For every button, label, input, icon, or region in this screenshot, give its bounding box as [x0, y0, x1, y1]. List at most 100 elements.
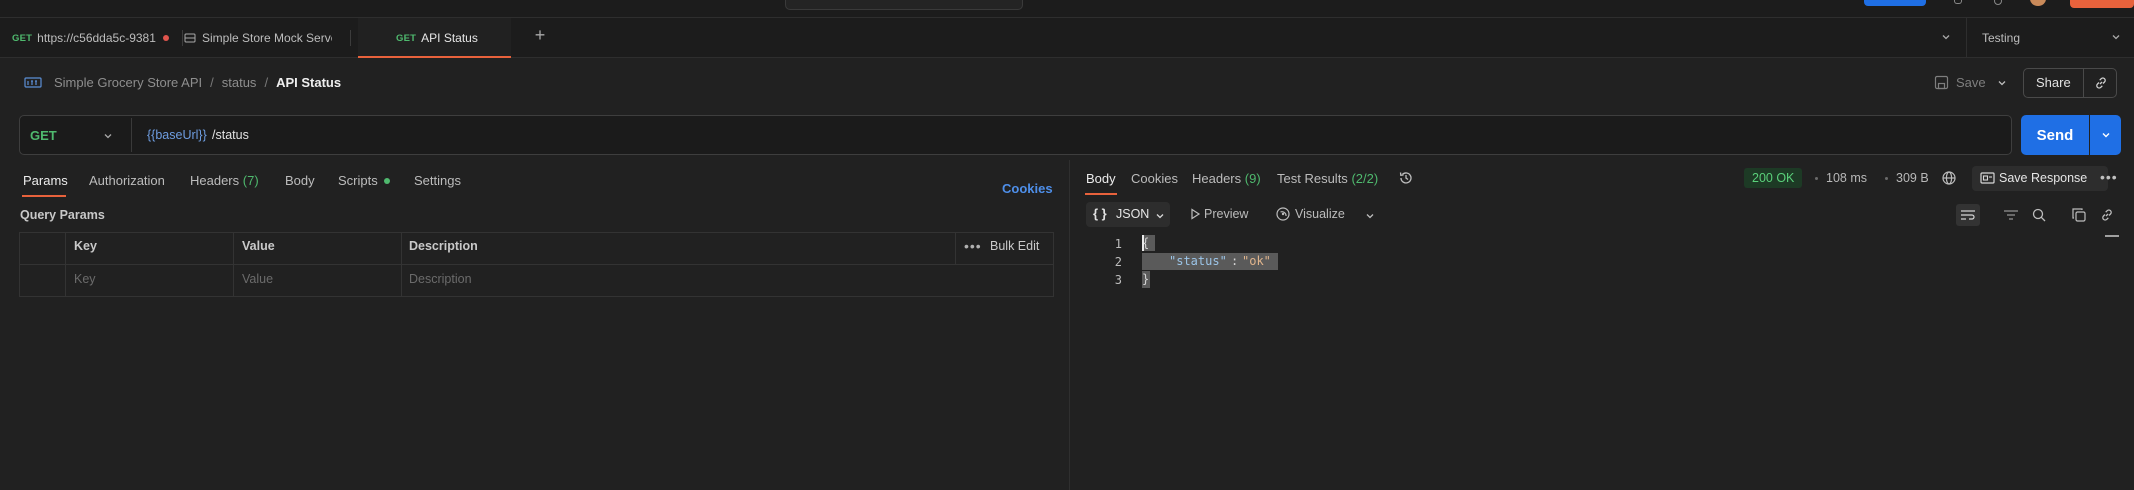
- param-value-input[interactable]: Value: [242, 272, 273, 286]
- line-number: 3: [1114, 273, 1122, 287]
- text-cursor: [1142, 235, 1144, 251]
- env-chevron-down-icon[interactable]: [2110, 31, 2122, 43]
- breadcrumb-request[interactable]: API Status: [276, 75, 341, 90]
- url-input[interactable]: /status: [212, 128, 249, 142]
- url-bar: [19, 115, 2012, 155]
- environment-selector[interactable]: Testing: [1982, 31, 2020, 45]
- copy-link-icon[interactable]: [2093, 75, 2109, 91]
- more-options-icon[interactable]: •••: [964, 238, 982, 254]
- env-divider: [1966, 18, 1967, 58]
- pane-resize-handle[interactable]: [1069, 160, 1070, 490]
- breadcrumb-collection[interactable]: Simple Grocery Store API: [54, 75, 202, 90]
- format-chevron-down-icon: [1154, 210, 1166, 222]
- response-time[interactable]: 108 ms: [1826, 171, 1867, 185]
- tab-method: GET: [12, 32, 33, 44]
- response-tab-test-results[interactable]: Test Results (2/2): [1277, 171, 1378, 186]
- url-variable[interactable]: {{baseUrl}}: [147, 128, 207, 142]
- response-headers-count: (9): [1244, 171, 1261, 186]
- send-options-button[interactable]: [2090, 115, 2121, 155]
- share-button[interactable]: Share: [2036, 75, 2071, 90]
- param-description-input[interactable]: Description: [409, 272, 472, 286]
- method-chevron-down-icon[interactable]: [102, 130, 114, 142]
- settings-icon[interactable]: [1954, 0, 1962, 4]
- share-divider: [2083, 68, 2084, 98]
- visualize-button[interactable]: Visualize: [1295, 207, 1345, 221]
- response-tab-body[interactable]: Body: [1086, 171, 1116, 186]
- history-icon[interactable]: [1398, 170, 1414, 186]
- table-column-divider: [401, 232, 402, 297]
- breadcrumb-folder[interactable]: status: [222, 75, 257, 90]
- json-colon[interactable]: :: [1231, 254, 1238, 268]
- tab-label: API Status: [421, 31, 478, 45]
- response-tab-cookies[interactable]: Cookies: [1131, 171, 1178, 186]
- tab-api-status[interactable]: GET API Status: [358, 18, 511, 58]
- tab-body[interactable]: Body: [285, 173, 315, 188]
- tab-mock-server[interactable]: Simple Store Mock Serve: [184, 18, 332, 58]
- copy-icon[interactable]: [2071, 207, 2087, 223]
- link-icon[interactable]: [2099, 207, 2115, 223]
- tab-params[interactable]: Params: [23, 173, 68, 188]
- send-button[interactable]: Send: [2021, 115, 2089, 155]
- json-braces-icon: { }: [1093, 206, 1107, 221]
- tab-authorization[interactable]: Authorization: [89, 173, 165, 188]
- json-close-brace[interactable]: }: [1142, 272, 1149, 286]
- wrap-lines-icon: [1960, 208, 1976, 222]
- filter-icon[interactable]: [2003, 208, 2019, 222]
- save-button[interactable]: Save: [1956, 75, 1986, 90]
- global-search-input[interactable]: [785, 0, 1023, 10]
- status-badge[interactable]: 200 OK: [1744, 168, 1803, 188]
- play-icon[interactable]: [1189, 208, 1201, 220]
- new-tab-plus-icon[interactable]: +: [532, 26, 548, 44]
- meta-separator: [1815, 177, 1818, 180]
- tab-label: Simple Store Mock Serve: [202, 31, 332, 45]
- top-app-bar: [0, 0, 2134, 18]
- more-options-icon[interactable]: •••: [2100, 169, 2118, 185]
- line-number: 2: [1114, 255, 1122, 269]
- invite-button[interactable]: [1864, 0, 1926, 6]
- scrollbar-marker[interactable]: [2105, 235, 2119, 237]
- method-select[interactable]: GET: [30, 128, 57, 143]
- column-header-description: Description: [409, 239, 478, 253]
- http-request-icon: [24, 75, 42, 91]
- active-tab-indicator: [358, 56, 511, 58]
- response-size[interactable]: 309 B: [1896, 171, 1929, 185]
- chevron-down-icon: [2100, 129, 2112, 141]
- upgrade-button[interactable]: [2070, 0, 2134, 8]
- bulk-edit-button[interactable]: Bulk Edit: [990, 239, 1039, 253]
- column-header-value: Value: [242, 239, 275, 253]
- active-tab-indicator: [22, 195, 66, 197]
- tabs-chevron-down-icon[interactable]: [1940, 31, 1952, 43]
- headers-count: (7): [242, 173, 259, 188]
- visualize-chevron-down-icon[interactable]: [1364, 210, 1376, 222]
- preview-button[interactable]: Preview: [1204, 207, 1248, 221]
- visualize-icon[interactable]: [1275, 206, 1291, 222]
- test-results-count: (2/2): [1351, 171, 1379, 186]
- column-header-key: Key: [74, 239, 97, 253]
- tab-request-url[interactable]: GET https://c56dda5c-9381: [12, 18, 180, 58]
- cookies-link[interactable]: Cookies: [1002, 181, 1053, 196]
- table-column-divider: [955, 232, 956, 264]
- tab-headers-label: Headers: [190, 173, 240, 188]
- globe-icon[interactable]: [1941, 170, 1957, 186]
- tab-settings[interactable]: Settings: [414, 173, 461, 188]
- json-key[interactable]: "status": [1169, 254, 1227, 268]
- save-chevron-down-icon[interactable]: [1996, 77, 2008, 89]
- active-tab-indicator: [1085, 193, 1117, 195]
- breadcrumb-separator: /: [264, 75, 269, 90]
- format-label: JSON: [1116, 207, 1150, 221]
- tab-divider: [182, 30, 183, 46]
- meta-separator: [1885, 177, 1888, 180]
- save-response-label: Save Response: [1999, 171, 2088, 185]
- table-row-divider: [19, 264, 1054, 265]
- response-headers-label: Headers: [1192, 171, 1242, 186]
- save-icon[interactable]: [1934, 75, 1949, 90]
- tab-scripts[interactable]: Scripts: [338, 173, 378, 188]
- tab-method: GET: [396, 32, 417, 44]
- param-key-input[interactable]: Key: [74, 272, 96, 286]
- search-icon[interactable]: [2031, 207, 2047, 223]
- tab-divider: [350, 30, 351, 46]
- response-tab-headers[interactable]: Headers (9): [1192, 171, 1261, 186]
- scripts-indicator-dot: [384, 178, 390, 184]
- tab-headers[interactable]: Headers (7): [190, 173, 259, 188]
- json-value[interactable]: "ok": [1242, 254, 1271, 268]
